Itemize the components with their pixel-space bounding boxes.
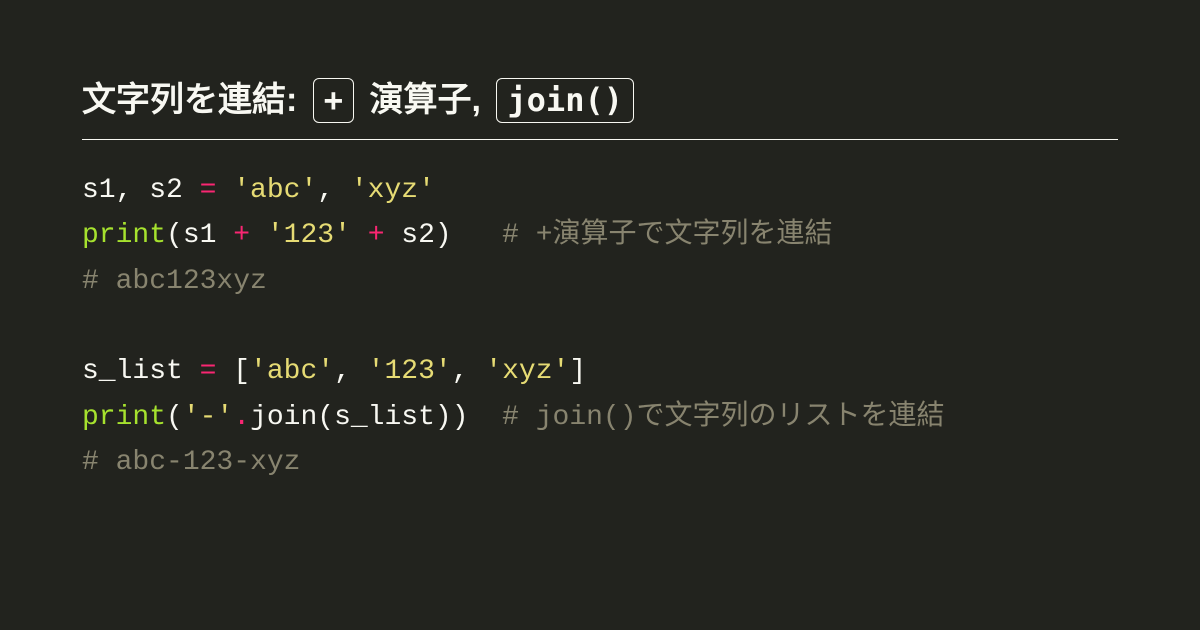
operator-equals: = [200,175,217,206]
code-text: s_list [82,356,200,387]
code-text: (s1 [166,220,233,251]
title-text-2: 演算子, [360,78,490,122]
code-line-1: s1, s2 = 'abc', 'xyz' [82,175,435,206]
builtin-print: print [82,402,166,433]
code-text: , [317,175,351,206]
string-literal: 'abc' [250,356,334,387]
code-text: , [334,356,368,387]
string-literal: '123' [368,356,452,387]
code-text [250,220,267,251]
string-literal: 'xyz' [485,356,569,387]
code-text: ( [166,402,183,433]
code-text: join(s_list)) [250,402,502,433]
title-text-1: 文字列を連結: [82,78,307,122]
comment-output: # abc123xyz [82,266,267,297]
string-literal: 'xyz' [351,175,435,206]
code-chip-join: join() [496,78,634,123]
string-literal: 'abc' [233,175,317,206]
code-text: [ [216,356,250,387]
comment: # +演算子で文字列を連結 [502,220,832,251]
code-line-5: s_list = ['abc', '123', 'xyz'] [82,356,586,387]
comment: # join()で文字列のリストを連結 [502,402,944,433]
operator-plus: + [233,220,250,251]
string-literal: '-' [183,402,233,433]
code-text [351,220,368,251]
code-line-2: print(s1 + '123' + s2) # +演算子で文字列を連結 [82,220,833,251]
operator-plus: + [368,220,385,251]
dot-operator: . [233,402,250,433]
code-text: s1, s2 [82,175,200,206]
code-line-7: # abc-123-xyz [82,447,300,478]
code-line-6: print('-'.join(s_list)) # join()で文字列のリスト… [82,402,945,433]
code-text: s2) [385,220,503,251]
code-text: , [452,356,486,387]
title-divider [82,139,1118,140]
code-line-3: # abc123xyz [82,266,267,297]
string-literal: '123' [267,220,351,251]
comment-output: # abc-123-xyz [82,447,300,478]
code-block: s1, s2 = 'abc', 'xyz' print(s1 + '123' +… [82,168,1118,486]
code-chip-plus: + [313,78,354,123]
builtin-print: print [82,220,166,251]
code-text: ] [569,356,586,387]
operator-equals: = [200,356,217,387]
code-text [216,175,233,206]
page-title: 文字列を連結: + 演算子, join() [82,78,1118,123]
